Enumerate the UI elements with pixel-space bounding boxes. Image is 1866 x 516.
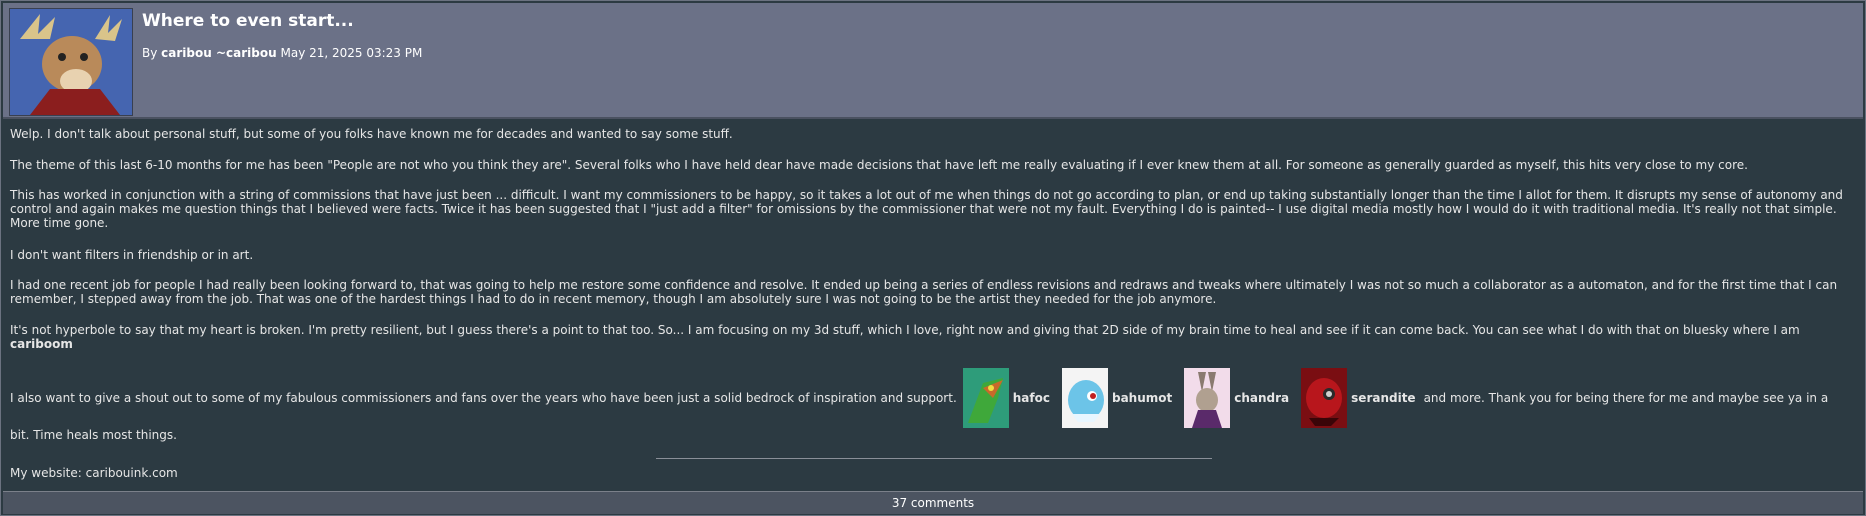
post-date: May 21, 2025 03:23 PM xyxy=(280,46,423,60)
shoutout-intro: I also want to give a shout out to some … xyxy=(10,391,957,405)
user-icon-serandite[interactable] xyxy=(1301,368,1348,428)
paragraph: The theme of this last 6-10 months for m… xyxy=(10,158,1748,172)
author-link[interactable]: caribou ~caribou xyxy=(161,46,276,60)
journal-frame: Where to even start... By caribou ~carib… xyxy=(0,0,1866,516)
bluesky-handle[interactable]: cariboom xyxy=(10,337,73,351)
paragraph: I had one recent job for people I had re… xyxy=(10,278,1838,306)
user-link-serandite[interactable]: serandite xyxy=(1351,391,1415,405)
user-icon-hafoc[interactable] xyxy=(962,368,1009,428)
journal-title: Where to even start... xyxy=(142,11,354,31)
user-link-hafoc[interactable]: hafoc xyxy=(1013,391,1050,405)
shoutout-paragraph: I also want to give a shout out to some … xyxy=(10,366,1860,428)
shoutout-outro: and more. Thank you for being there for … xyxy=(1423,391,1829,405)
paragraph: It's not hyperbole to say that my heart … xyxy=(10,323,1860,351)
paragraph-text: It's not hyperbole to say that my heart … xyxy=(10,323,1800,337)
user-icon-chandra[interactable] xyxy=(1184,368,1231,428)
journal-header: Where to even start... By caribou ~carib… xyxy=(3,3,1863,119)
user-icon-bahumot[interactable] xyxy=(1061,368,1108,428)
content-divider xyxy=(656,458,1212,459)
website-line[interactable]: My website: caribouink.com xyxy=(10,466,178,480)
paragraph: bit. Time heals most things. xyxy=(10,428,177,442)
paragraph: Welp. I don't talk about personal stuff,… xyxy=(10,127,733,141)
byline-prefix: By xyxy=(142,46,158,60)
comments-bar[interactable]: 37 comments xyxy=(3,491,1863,514)
paragraph: This has worked in conjunction with a st… xyxy=(10,188,1843,230)
paragraph: I don't want filters in friendship or in… xyxy=(10,248,254,262)
journal-byline: By caribou ~caribou May 21, 2025 03:23 P… xyxy=(142,46,422,60)
user-link-chandra[interactable]: chandra xyxy=(1234,391,1289,405)
user-link-bahumot[interactable]: bahumot xyxy=(1112,391,1172,405)
author-avatar[interactable] xyxy=(9,8,133,116)
